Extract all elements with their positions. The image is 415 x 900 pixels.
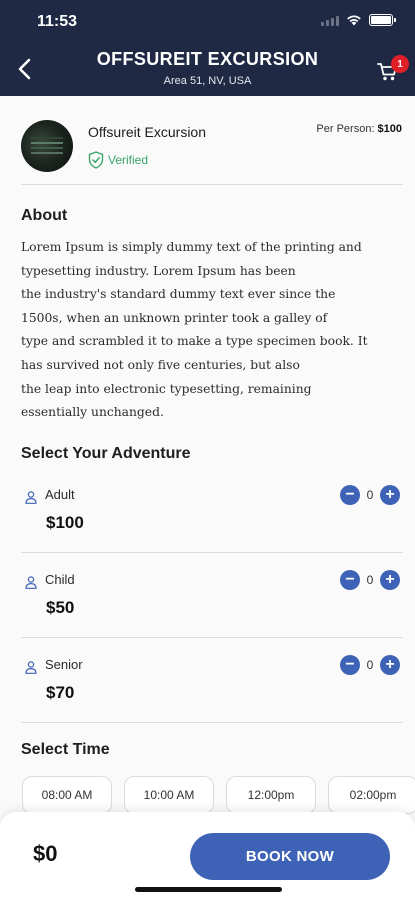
adventure-option-child: Child $50 − 0 + (0, 570, 415, 657)
total-price: $0 (33, 841, 58, 866)
divider (21, 637, 403, 638)
page-subtitle: Area 51, NV, USA (163, 75, 252, 87)
verified-badge: Verified (88, 151, 148, 169)
person-icon (25, 576, 37, 589)
increment-button[interactable]: + (380, 655, 400, 675)
increment-button[interactable]: + (380, 570, 400, 590)
per-person-price: Per Person: $100 (316, 123, 402, 135)
listing-avatar (21, 120, 73, 172)
divider (21, 184, 403, 185)
option-label: Adult (45, 487, 75, 502)
quantity-value: 0 (366, 488, 374, 502)
time-slot[interactable]: 12:00pm (226, 776, 316, 814)
about-line: typesetting industry. Lorem Ipsum has be… (21, 263, 296, 278)
time-slot-list: 08:00 AM 10:00 AM 12:00pm 02:00pm (22, 776, 415, 814)
about-title: About (21, 207, 68, 224)
wifi-icon (347, 15, 361, 26)
divider (21, 552, 403, 553)
minus-icon: − (345, 486, 355, 503)
person-icon (25, 491, 37, 504)
minus-icon: − (345, 571, 355, 588)
minus-icon: − (345, 656, 355, 673)
booking-footer: $0 BOOK NOW (0, 812, 415, 900)
decrement-button[interactable]: − (340, 570, 360, 590)
plus-icon: + (385, 656, 395, 673)
adventure-option-adult: Adult $100 − 0 + (0, 485, 415, 572)
plus-icon: + (385, 571, 395, 588)
adventure-option-senior: Senior $70 − 0 + (0, 655, 415, 742)
book-now-button[interactable]: BOOK NOW (190, 833, 390, 880)
decrement-button[interactable]: − (340, 485, 360, 505)
about-line: Lorem Ipsum is simply dummy text of the … (21, 240, 362, 254)
listing-name: Offsureit Excursion (88, 124, 207, 140)
about-line: the industry's standard dummy text ever … (21, 287, 336, 302)
decrement-button[interactable]: − (340, 655, 360, 675)
adventure-title: Select Your Adventure (21, 445, 191, 462)
about-line: type and scrambled it to make a type spe… (21, 334, 368, 349)
divider (21, 722, 403, 723)
time-slot[interactable]: 10:00 AM (124, 776, 214, 814)
battery-icon (369, 14, 396, 26)
home-indicator (135, 887, 282, 892)
per-person-label: Per Person: (316, 123, 375, 135)
option-price: $50 (46, 598, 75, 617)
option-price: $70 (46, 683, 75, 702)
about-line: has survived not only five centuries, bu… (21, 357, 300, 372)
per-person-value: $100 (377, 123, 402, 135)
quantity-value: 0 (366, 658, 374, 672)
page-title: OFFSUREIT EXCURSION (96, 49, 319, 69)
quantity-stepper: − 0 + (340, 485, 400, 505)
quantity-value: 0 (366, 573, 374, 587)
option-label: Child (45, 572, 75, 587)
plus-icon: + (385, 486, 395, 503)
about-line: essentially unchanged. (21, 405, 164, 420)
option-price: $100 (46, 513, 84, 532)
increment-button[interactable]: + (380, 485, 400, 505)
quantity-stepper: − 0 + (340, 570, 400, 590)
about-line: the leap into electronic typesetting, re… (21, 381, 312, 396)
person-icon (25, 661, 37, 674)
option-label: Senior (45, 657, 83, 672)
about-text: Lorem Ipsum is simply dummy text of the … (21, 236, 401, 425)
time-slot[interactable]: 08:00 AM (22, 776, 112, 814)
quantity-stepper: − 0 + (340, 655, 400, 675)
verified-label: Verified (108, 153, 149, 167)
status-time: 11:53 (37, 13, 78, 30)
status-icons (321, 14, 396, 26)
shield-check-icon (88, 151, 104, 169)
about-line: 1500s, when an unknown printer took a ga… (21, 310, 328, 325)
cart-badge: 1 (391, 55, 409, 73)
time-slot[interactable]: 02:00pm (328, 776, 415, 814)
signal-icon (321, 15, 339, 26)
time-title: Select Time (21, 741, 110, 758)
app-header: 11:53 OFFSUREIT EXCURSION Area 51, NV, U… (0, 0, 415, 96)
